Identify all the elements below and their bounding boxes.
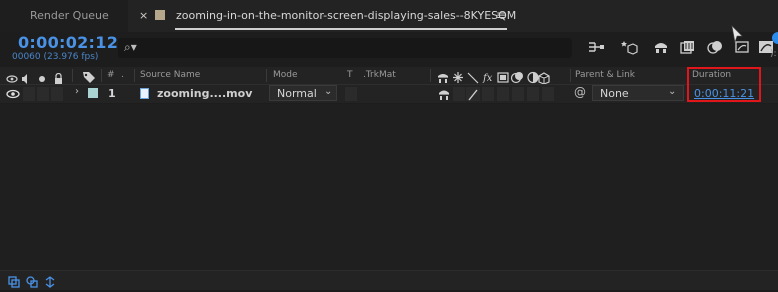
- collapse-switch[interactable]: [453, 87, 465, 101]
- adjustment-layer-switch[interactable]: [527, 87, 539, 101]
- tab-render-queue[interactable]: Render Queue: [0, 0, 128, 32]
- column-t[interactable]: T: [347, 70, 353, 80]
- in-out-duration-pane-icon[interactable]: [44, 273, 56, 288]
- shy-switch-icon[interactable]: [437, 86, 451, 105]
- column-parent-link[interactable]: Parent & Link: [575, 70, 635, 80]
- active-tab-indicator: [175, 28, 507, 30]
- draft-3d-icon[interactable]: [618, 38, 638, 56]
- lock-toggle[interactable]: [51, 87, 63, 101]
- column-dot: .: [121, 70, 124, 80]
- layer-source-name[interactable]: zooming....mov: [157, 87, 252, 100]
- svg-text:):: ):: [770, 49, 777, 59]
- composition-color-swatch: [155, 10, 165, 20]
- tab-render-queue-label: Render Queue: [30, 9, 109, 22]
- layer-label-color[interactable]: [88, 88, 98, 98]
- solo-toggle[interactable]: [37, 87, 49, 101]
- blend-mode-value: Normal: [277, 87, 317, 100]
- column-trkmat[interactable]: .TrkMat: [363, 70, 396, 80]
- footage-file-icon: [140, 88, 149, 99]
- current-time-display[interactable]: 0:00:02:12: [18, 33, 118, 52]
- frame-rate-info: 00060 (23.976 fps): [12, 52, 99, 62]
- quality-switch[interactable]: [466, 87, 480, 101]
- frame-blending-icon[interactable]: [678, 38, 698, 56]
- transfer-controls-pane-icon[interactable]: [26, 273, 38, 288]
- duration-highlight-box: [687, 67, 761, 102]
- tab-close-icon[interactable]: ×: [139, 9, 148, 22]
- shy-layers-icon[interactable]: [651, 38, 671, 56]
- motion-blur-icon[interactable]: [705, 38, 725, 56]
- panel-menu-icon[interactable]: ≡: [496, 8, 506, 22]
- column-number: #: [107, 70, 115, 80]
- layer-search-input[interactable]: [118, 38, 572, 58]
- parent-pickwhip-icon[interactable]: @: [574, 85, 586, 99]
- frame-blend-switch[interactable]: [497, 87, 509, 101]
- composition-mini-flowchart-icon[interactable]: [586, 38, 606, 56]
- parent-value: None: [600, 87, 629, 100]
- search-icon[interactable]: ⌕▾: [124, 40, 137, 55]
- timeline-footer: [0, 270, 778, 290]
- chevron-down-icon: ⌄: [668, 86, 677, 97]
- layer-list-empty-area[interactable]: [0, 104, 778, 270]
- chevron-down-icon: ⌄: [324, 86, 333, 97]
- graph-editor-icon[interactable]: [730, 24, 750, 58]
- effects-switch[interactable]: [482, 87, 494, 101]
- video-visibility-toggle[interactable]: [4, 86, 22, 100]
- 3d-layer-switch[interactable]: [542, 87, 554, 101]
- motion-blur-switch[interactable]: [512, 87, 524, 101]
- audio-toggle[interactable]: [23, 87, 35, 101]
- layer-switches-pane-icon[interactable]: [8, 273, 20, 288]
- svg-text:fx: fx: [482, 73, 493, 84]
- layer-expand-chevron-icon[interactable]: ›: [75, 86, 79, 97]
- layer-number: 1: [108, 87, 116, 100]
- preserve-transparency-toggle[interactable]: [345, 87, 357, 101]
- column-mode[interactable]: Mode: [273, 70, 298, 80]
- column-source-name[interactable]: Source Name: [140, 70, 200, 80]
- tab-composition-label: zooming-in-on-the-monitor-screen-display…: [176, 9, 517, 22]
